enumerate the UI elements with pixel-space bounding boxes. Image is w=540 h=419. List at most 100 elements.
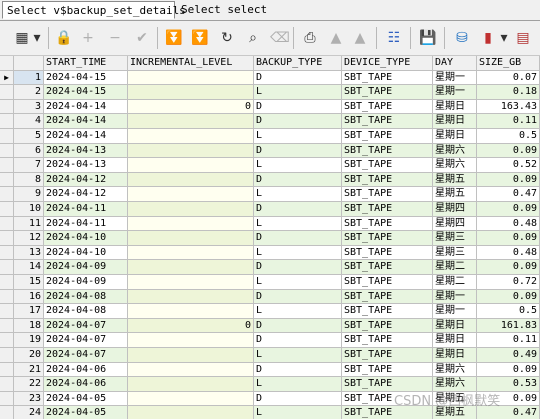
size-gb-cell[interactable]: 0.09 bbox=[477, 202, 540, 217]
start-time-cell[interactable]: 2024-04-06 bbox=[44, 377, 128, 392]
eraser-icon[interactable]: ⌫ bbox=[270, 28, 290, 48]
backup-type-cell[interactable]: L bbox=[254, 216, 342, 232]
grid-icon[interactable]: ▦ bbox=[12, 28, 32, 48]
row-indicator[interactable] bbox=[0, 362, 14, 378]
day-cell[interactable]: 星期五 bbox=[433, 172, 477, 188]
row-indicator[interactable] bbox=[0, 304, 14, 319]
row-indicator[interactable] bbox=[0, 391, 14, 407]
start-time-cell[interactable]: 2024-04-07 bbox=[44, 348, 128, 363]
row-number[interactable]: 21 bbox=[14, 362, 44, 378]
size-gb-cell[interactable]: 0.07 bbox=[477, 70, 540, 86]
device-type-cell[interactable]: SBT_TAPE bbox=[342, 202, 433, 217]
row-number[interactable]: 10 bbox=[14, 202, 44, 217]
row-number[interactable]: 22 bbox=[14, 377, 44, 392]
device-type-cell[interactable]: SBT_TAPE bbox=[342, 70, 433, 86]
start-time-cell[interactable]: 2024-04-08 bbox=[44, 289, 128, 305]
backup-type-cell[interactable]: D bbox=[254, 70, 342, 86]
backup-type-cell[interactable]: L bbox=[254, 348, 342, 363]
column-header[interactable]: START_TIME bbox=[44, 56, 128, 71]
backup-type-cell[interactable]: D bbox=[254, 318, 342, 334]
column-header[interactable]: DEVICE_TYPE bbox=[342, 56, 433, 71]
table-icon[interactable]: ▤ bbox=[513, 28, 533, 48]
lock-icon[interactable]: 🔒 bbox=[54, 28, 74, 48]
row-number[interactable]: 8 bbox=[14, 172, 44, 188]
backup-type-cell[interactable]: L bbox=[254, 158, 342, 173]
start-time-cell[interactable]: 2024-04-10 bbox=[44, 245, 128, 261]
backup-type-cell[interactable]: L bbox=[254, 129, 342, 144]
row-indicator[interactable] bbox=[0, 231, 14, 246]
row-indicator[interactable]: ▶ bbox=[0, 70, 14, 86]
size-gb-cell[interactable]: 0.11 bbox=[477, 114, 540, 129]
day-cell[interactable]: 星期日 bbox=[433, 348, 477, 363]
device-type-cell[interactable]: SBT_TAPE bbox=[342, 289, 433, 305]
incremental-level-cell[interactable] bbox=[128, 406, 254, 419]
row-number[interactable]: 11 bbox=[14, 216, 44, 232]
row-indicator[interactable] bbox=[0, 99, 14, 115]
size-gb-cell[interactable]: 0.52 bbox=[477, 158, 540, 173]
backup-type-cell[interactable]: D bbox=[254, 114, 342, 129]
backup-type-cell[interactable]: L bbox=[254, 304, 342, 319]
row-number[interactable]: 19 bbox=[14, 333, 44, 348]
row-number[interactable]: 1 bbox=[14, 70, 44, 86]
size-gb-cell[interactable]: 0.11 bbox=[477, 333, 540, 348]
backup-type-cell[interactable]: L bbox=[254, 406, 342, 419]
day-cell[interactable]: 星期二 bbox=[433, 275, 477, 290]
incremental-level-cell[interactable] bbox=[128, 172, 254, 188]
start-time-cell[interactable]: 2024-04-12 bbox=[44, 187, 128, 202]
row-indicator[interactable] bbox=[0, 143, 14, 159]
incremental-level-cell[interactable] bbox=[128, 70, 254, 86]
row-number[interactable]: 6 bbox=[14, 143, 44, 159]
day-cell[interactable]: 星期六 bbox=[433, 143, 477, 159]
day-cell[interactable]: 星期四 bbox=[433, 202, 477, 217]
incremental-level-cell[interactable] bbox=[128, 275, 254, 290]
device-type-cell[interactable]: SBT_TAPE bbox=[342, 99, 433, 115]
printer-icon[interactable]: ⎙ bbox=[300, 28, 320, 48]
day-cell[interactable]: 星期一 bbox=[433, 85, 477, 100]
start-time-cell[interactable]: 2024-04-13 bbox=[44, 158, 128, 173]
day-cell[interactable]: 星期六 bbox=[433, 362, 477, 378]
start-time-cell[interactable]: 2024-04-12 bbox=[44, 172, 128, 188]
size-gb-cell[interactable]: 0.5 bbox=[477, 129, 540, 144]
device-type-cell[interactable]: SBT_TAPE bbox=[342, 260, 433, 275]
size-gb-cell[interactable]: 0.49 bbox=[477, 348, 540, 363]
size-gb-cell[interactable]: 163.43 bbox=[477, 99, 540, 115]
device-type-cell[interactable]: SBT_TAPE bbox=[342, 348, 433, 363]
incremental-level-cell[interactable] bbox=[128, 187, 254, 202]
row-indicator[interactable] bbox=[0, 202, 14, 217]
start-time-cell[interactable]: 2024-04-09 bbox=[44, 275, 128, 290]
row-indicator[interactable] bbox=[0, 85, 14, 100]
incremental-level-cell[interactable] bbox=[128, 260, 254, 275]
row-indicator[interactable] bbox=[0, 275, 14, 290]
start-time-cell[interactable]: 2024-04-14 bbox=[44, 129, 128, 144]
backup-type-cell[interactable]: D bbox=[254, 333, 342, 348]
size-gb-cell[interactable]: 0.09 bbox=[477, 260, 540, 275]
start-time-cell[interactable]: 2024-04-11 bbox=[44, 216, 128, 232]
row-number[interactable]: 24 bbox=[14, 406, 44, 419]
day-cell[interactable]: 星期五 bbox=[433, 187, 477, 202]
tab-select-select[interactable]: Select select bbox=[177, 1, 267, 19]
row-indicator[interactable] bbox=[0, 377, 14, 392]
row-number[interactable]: 12 bbox=[14, 231, 44, 246]
row-indicator[interactable] bbox=[0, 187, 14, 202]
start-time-cell[interactable]: 2024-04-06 bbox=[44, 362, 128, 378]
size-gb-cell[interactable]: 0.47 bbox=[477, 187, 540, 202]
day-cell[interactable]: 星期三 bbox=[433, 245, 477, 261]
row-number[interactable]: 14 bbox=[14, 260, 44, 275]
row-number[interactable]: 3 bbox=[14, 99, 44, 115]
dropdown-arrow-icon[interactable]: ▾ bbox=[500, 28, 508, 48]
device-type-cell[interactable]: SBT_TAPE bbox=[342, 362, 433, 378]
size-gb-cell[interactable]: 0.5 bbox=[477, 304, 540, 319]
start-time-cell[interactable]: 2024-04-14 bbox=[44, 99, 128, 115]
backup-type-cell[interactable]: L bbox=[254, 245, 342, 261]
row-indicator[interactable] bbox=[0, 406, 14, 419]
row-indicator[interactable] bbox=[0, 333, 14, 348]
start-time-cell[interactable]: 2024-04-13 bbox=[44, 143, 128, 159]
day-cell[interactable]: 星期日 bbox=[433, 99, 477, 115]
backup-type-cell[interactable]: D bbox=[254, 391, 342, 407]
database-icon[interactable]: ⛁ bbox=[452, 28, 472, 48]
row-indicator[interactable] bbox=[0, 260, 14, 275]
row-indicator[interactable] bbox=[0, 172, 14, 188]
row-indicator[interactable] bbox=[0, 318, 14, 334]
day-cell[interactable]: 星期日 bbox=[433, 129, 477, 144]
tab-backup-set-details[interactable]: Select v$backup_set_details bbox=[2, 1, 186, 19]
